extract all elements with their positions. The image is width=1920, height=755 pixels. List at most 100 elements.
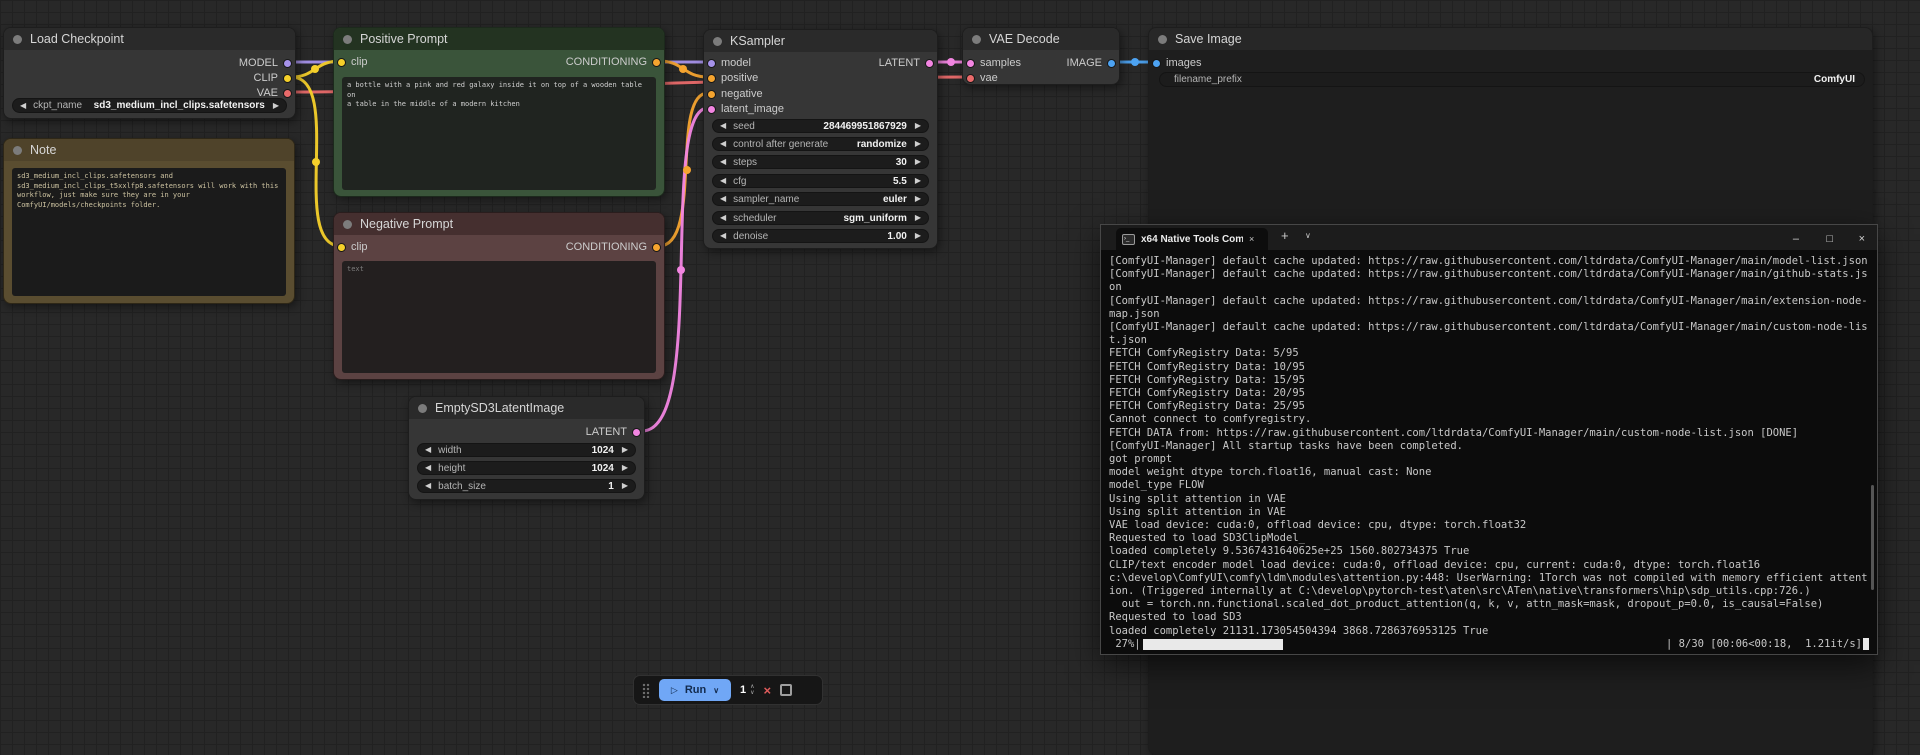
load-checkpoint-node[interactable]: Load Checkpoint MODEL CLIP VAE ◀ ckpt_na… <box>3 27 296 119</box>
node-header[interactable]: Load Checkpoint <box>4 28 295 50</box>
arrow-right-icon[interactable]: ▶ <box>915 192 921 206</box>
arrow-left-icon[interactable]: ◀ <box>720 174 726 188</box>
empty-latent-node[interactable]: EmptySD3LatentImage LATENT ◀ width 1024 … <box>408 396 645 500</box>
new-tab-icon[interactable]: + <box>1281 225 1289 247</box>
arrow-left-icon[interactable]: ◀ <box>720 192 726 206</box>
arrow-right-icon[interactable]: ▶ <box>622 479 628 493</box>
latent-image-input-port[interactable] <box>707 105 716 114</box>
sampler-name-widget[interactable]: ◀ sampler_name euler ▶ <box>712 192 929 206</box>
height-widget[interactable]: ◀ height 1024 ▶ <box>417 461 636 475</box>
minimize-icon[interactable]: – <box>1793 233 1799 245</box>
arrow-right-icon[interactable]: ▶ <box>915 229 921 243</box>
arrow-right-icon[interactable]: ▶ <box>622 443 628 457</box>
negative-input-port[interactable] <box>707 90 716 99</box>
terminal-scrollbar[interactable] <box>1871 485 1874 590</box>
clip-input-port[interactable] <box>337 58 346 67</box>
node-header[interactable]: EmptySD3LatentImage <box>409 397 644 419</box>
latent-output-port[interactable] <box>925 59 934 68</box>
latent-output-port[interactable] <box>632 428 641 437</box>
node-header[interactable]: Note <box>4 139 294 161</box>
note-node[interactable]: Note sd3_medium_incl_clips.safetensors a… <box>3 138 295 304</box>
node-header[interactable]: Positive Prompt <box>334 28 664 50</box>
arrow-left-icon[interactable]: ◀ <box>425 443 431 457</box>
positive-prompt-node[interactable]: Positive Prompt clip CONDITIONING a bott… <box>333 27 665 197</box>
queue-toolbar: ▷ Run ∨ 1 ∧ ∨ × <box>633 675 823 705</box>
negative-prompt-node[interactable]: Negative Prompt clip CONDITIONING text <box>333 212 665 380</box>
positive-prompt-textarea[interactable]: a bottle with a pink and red galaxy insi… <box>342 77 656 190</box>
tab-dropdown-icon[interactable]: ∨ <box>1305 225 1311 247</box>
node-header[interactable]: VAE Decode <box>963 28 1119 50</box>
terminal-log-line: t.json <box>1109 334 1869 347</box>
vae-decode-node[interactable]: VAE Decode samples IMAGE vae <box>962 27 1120 85</box>
terminal-titlebar[interactable]: ›_ x64 Native Tools Command Pr × + ∨ – □… <box>1101 225 1877 250</box>
arrow-right-icon[interactable]: ▶ <box>273 99 279 113</box>
batch-count-control[interactable]: 1 ∧ ∨ <box>740 684 755 696</box>
arrow-left-icon[interactable]: ◀ <box>20 99 26 113</box>
batch-count-stepper[interactable]: ∧ ∨ <box>750 684 754 696</box>
vae-input-port[interactable] <box>966 74 975 83</box>
seed-widget[interactable]: ◀ seed 284469951867929 ▶ <box>712 119 929 133</box>
denoise-widget[interactable]: ◀ denoise 1.00 ▶ <box>712 229 929 243</box>
scheduler-widget[interactable]: ◀ scheduler sgm_uniform ▶ <box>712 211 929 225</box>
negative-prompt-textarea[interactable]: text <box>342 261 656 373</box>
arrow-left-icon[interactable]: ◀ <box>720 229 726 243</box>
node-header[interactable]: Save Image <box>1149 28 1872 50</box>
stepper-down-icon[interactable]: ∨ <box>750 690 754 696</box>
collapse-dot-icon[interactable] <box>13 35 22 44</box>
steps-widget[interactable]: ◀ steps 30 ▶ <box>712 155 929 169</box>
filename-prefix-widget[interactable]: filename_prefix ComfyUI <box>1159 72 1865 87</box>
arrow-left-icon[interactable]: ◀ <box>720 155 726 169</box>
width-widget[interactable]: ◀ width 1024 ▶ <box>417 443 636 457</box>
stop-icon[interactable] <box>780 684 792 696</box>
arrow-left-icon[interactable]: ◀ <box>720 137 726 151</box>
arrow-right-icon[interactable]: ▶ <box>915 211 921 225</box>
model-input-port[interactable] <box>707 59 716 68</box>
node-header[interactable]: Negative Prompt <box>334 213 664 235</box>
terminal-window[interactable]: ›_ x64 Native Tools Command Pr × + ∨ – □… <box>1100 224 1878 655</box>
collapse-dot-icon[interactable] <box>13 146 22 155</box>
arrow-right-icon[interactable]: ▶ <box>622 461 628 475</box>
terminal-content[interactable]: [ComfyUI-Manager] default cache updated:… <box>1101 250 1877 651</box>
close-icon[interactable]: × <box>1859 233 1865 245</box>
collapse-dot-icon[interactable] <box>343 220 352 229</box>
images-input-port[interactable] <box>1152 59 1161 68</box>
vae-output-port[interactable] <box>283 89 292 98</box>
collapse-dot-icon[interactable] <box>1158 35 1167 44</box>
node-header[interactable]: KSampler <box>704 30 937 52</box>
collapse-dot-icon[interactable] <box>972 35 981 44</box>
ksampler-node[interactable]: KSampler model LATENT positive negative … <box>703 29 938 249</box>
arrow-left-icon[interactable]: ◀ <box>720 119 726 133</box>
cfg-widget[interactable]: ◀ cfg 5.5 ▶ <box>712 174 929 188</box>
ckpt-name-widget[interactable]: ◀ ckpt_name sd3_medium_incl_clips.safete… <box>12 98 287 113</box>
clip-input-port[interactable] <box>337 243 346 252</box>
model-output-port[interactable] <box>283 59 292 68</box>
samples-input-port[interactable] <box>966 59 975 68</box>
note-textarea[interactable]: sd3_medium_incl_clips.safetensors and sd… <box>12 168 286 296</box>
batch-count-value: 1 <box>740 684 746 696</box>
control-after-generate-widget[interactable]: ◀ control after generate randomize ▶ <box>712 137 929 151</box>
positive-input-port[interactable] <box>707 74 716 83</box>
tab-close-icon[interactable]: × <box>1249 228 1254 250</box>
arrow-right-icon[interactable]: ▶ <box>915 155 921 169</box>
image-output-port[interactable] <box>1107 59 1116 68</box>
terminal-tab[interactable]: ›_ x64 Native Tools Command Pr × <box>1116 228 1268 250</box>
maximize-icon[interactable]: □ <box>1826 233 1833 245</box>
collapse-dot-icon[interactable] <box>343 35 352 44</box>
conditioning-output-port[interactable] <box>652 58 661 67</box>
clip-output-port[interactable] <box>283 74 292 83</box>
arrow-right-icon[interactable]: ▶ <box>915 137 921 151</box>
drag-handle-icon[interactable] <box>642 683 650 698</box>
conditioning-output-port[interactable] <box>652 243 661 252</box>
arrow-left-icon[interactable]: ◀ <box>425 461 431 475</box>
run-options-chevron-icon[interactable]: ∨ <box>713 686 719 695</box>
arrow-left-icon[interactable]: ◀ <box>425 479 431 493</box>
comfyui-canvas[interactable]: { "colors": { "model": "#a692ea", "clip"… <box>0 0 1920 755</box>
batch-size-widget[interactable]: ◀ batch_size 1 ▶ <box>417 479 636 493</box>
arrow-left-icon[interactable]: ◀ <box>720 211 726 225</box>
arrow-right-icon[interactable]: ▶ <box>915 174 921 188</box>
collapse-dot-icon[interactable] <box>418 404 427 413</box>
collapse-dot-icon[interactable] <box>713 37 722 46</box>
run-button[interactable]: ▷ Run ∨ <box>659 679 731 701</box>
arrow-right-icon[interactable]: ▶ <box>915 119 921 133</box>
cancel-icon[interactable]: × <box>764 683 772 698</box>
